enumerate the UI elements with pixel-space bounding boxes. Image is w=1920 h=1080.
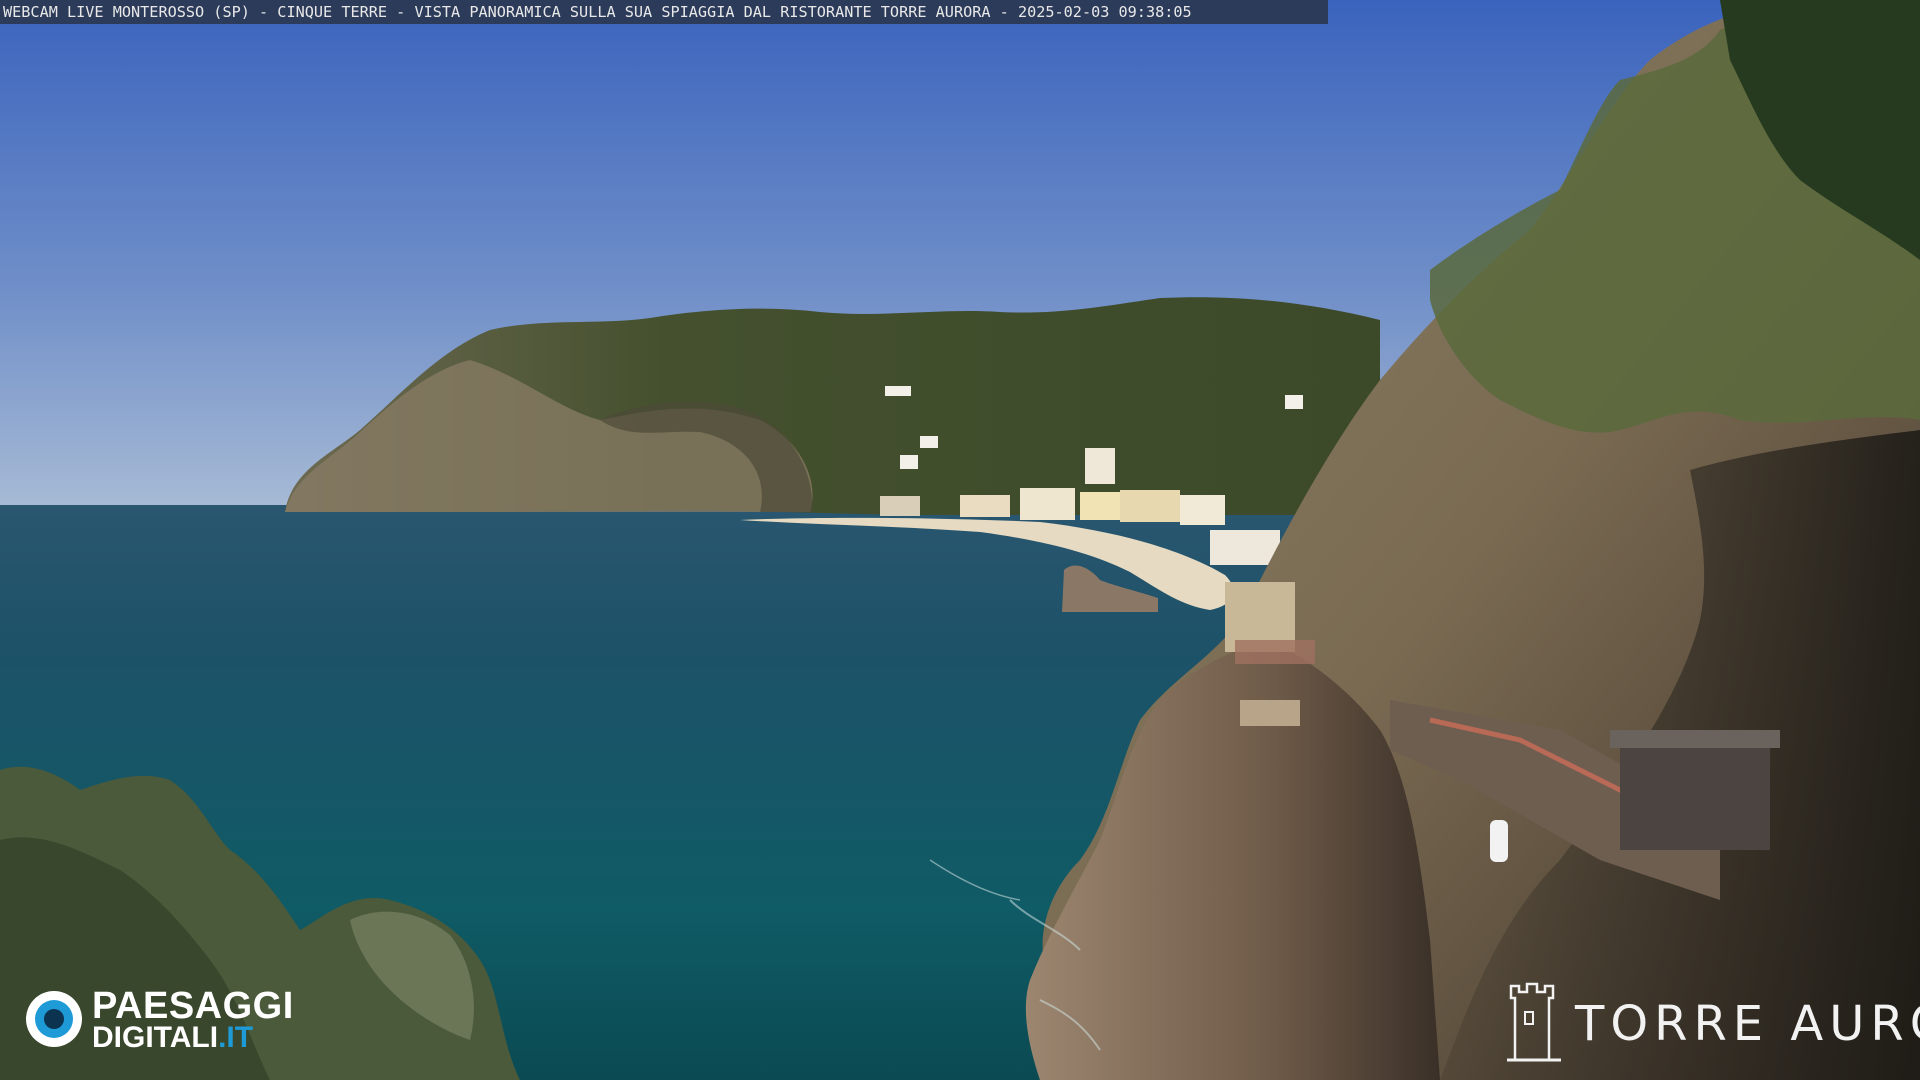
logo-brand-bottom-text: DIGITALI bbox=[92, 1021, 219, 1054]
logo-brand-tld: .IT bbox=[218, 1021, 254, 1054]
logo-brand-bottom: DIGITALI.IT bbox=[92, 1023, 253, 1053]
webcam-frame: WEBCAM LIVE MONTEROSSO (SP) - CINQUE TER… bbox=[0, 0, 1920, 1080]
logo-torre-aurora-text: TORRE AURORA bbox=[1575, 996, 1920, 1052]
landscape-photo bbox=[0, 0, 1920, 1080]
torre-aurora-logo: TORRE AURORA bbox=[1505, 976, 1920, 1066]
paesaggi-digitali-logo: PAESAGGI DIGITALI.IT bbox=[26, 985, 336, 1055]
eye-icon bbox=[26, 991, 82, 1047]
webcam-caption: WEBCAM LIVE MONTEROSSO (SP) - CINQUE TER… bbox=[0, 0, 1328, 24]
logo-brand-top: PAESAGGI bbox=[92, 985, 294, 1027]
tower-icon bbox=[1507, 982, 1561, 1062]
